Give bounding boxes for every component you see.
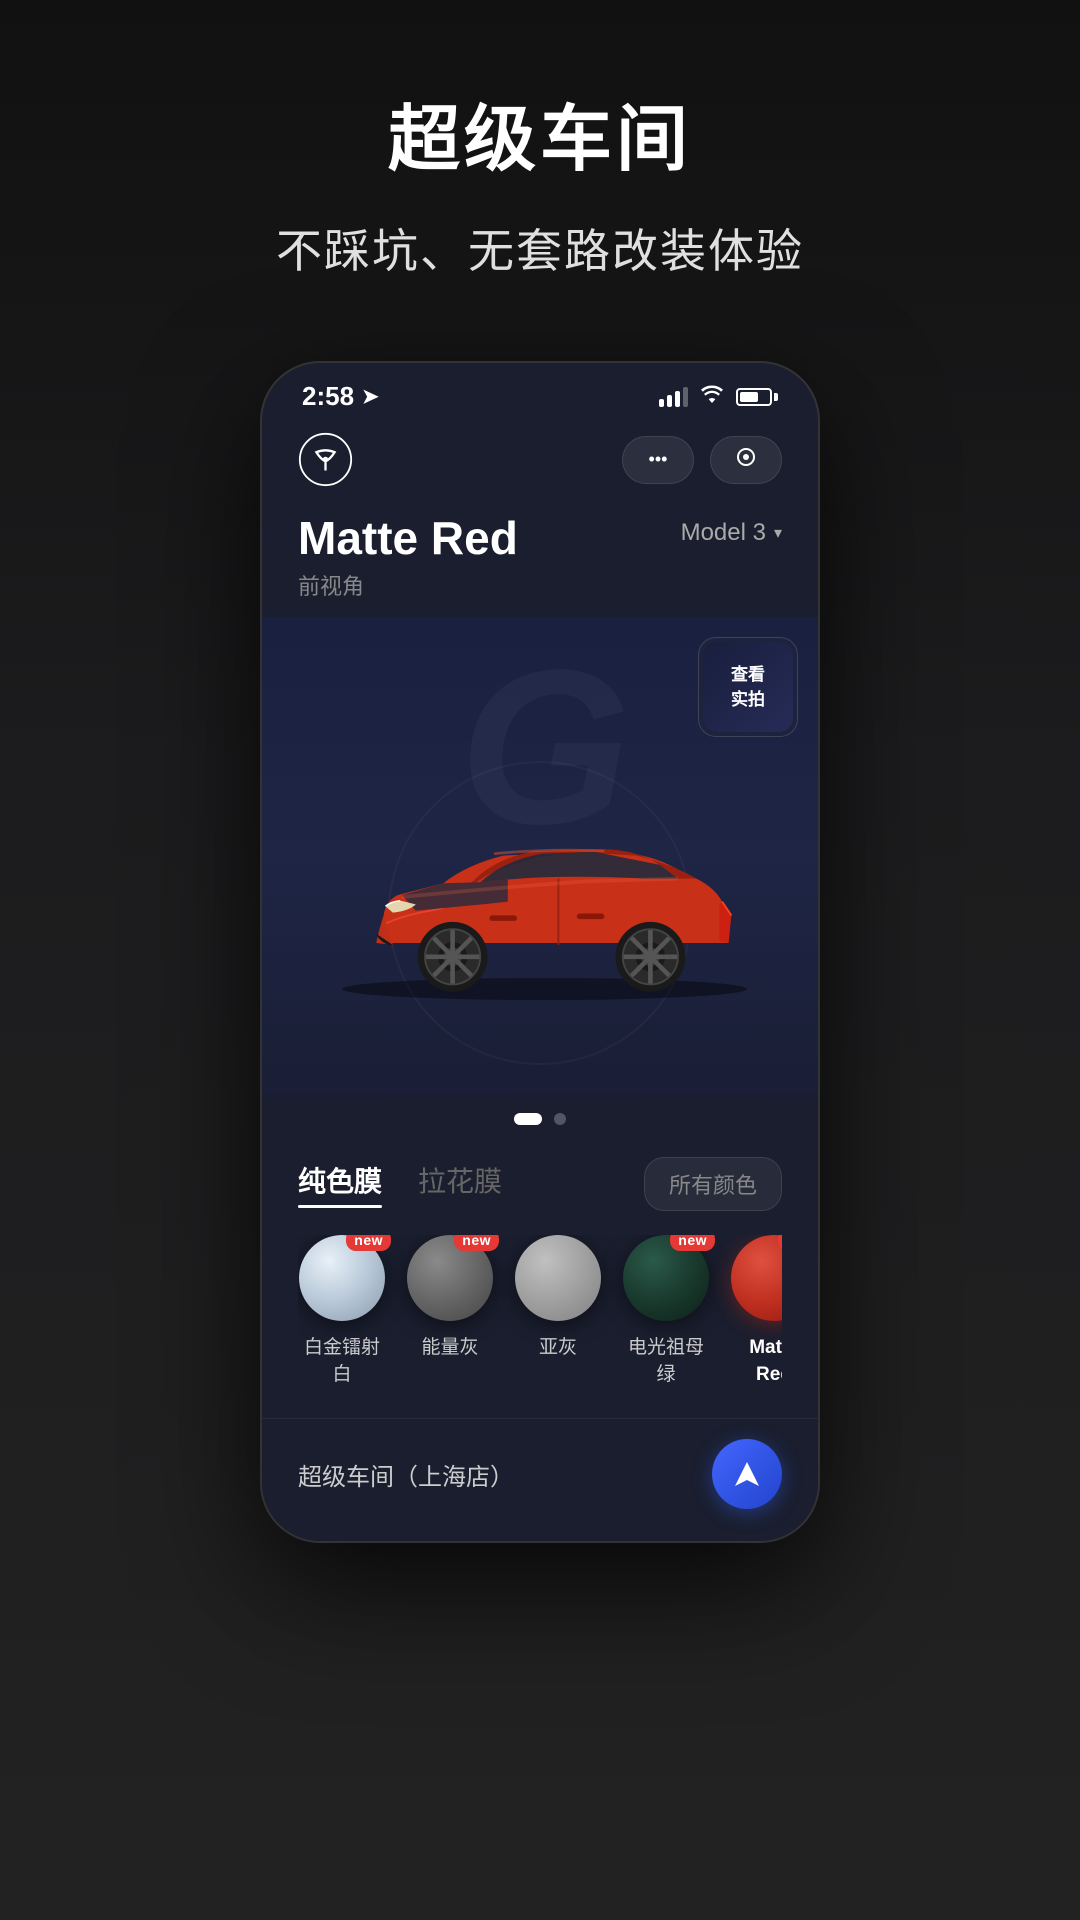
color-swatch-energy-gray[interactable]: new 能量灰: [406, 1235, 494, 1388]
color-swatch-white-gold[interactable]: new 白金镭射白: [298, 1235, 386, 1388]
phone-screen: 2:58 ➤: [262, 363, 818, 1541]
pagination-dot-2[interactable]: [554, 1113, 566, 1125]
color-swatches-row: new 白金镭射白 new 能量灰: [298, 1235, 782, 1418]
swatch-label-sub-gray: 亚灰: [539, 1335, 577, 1362]
swatch-label-energy-gray: 能量灰: [421, 1335, 478, 1362]
tab-row: 纯色膜 拉花膜 所有颜色: [298, 1157, 782, 1211]
status-bar: 2:58 ➤: [262, 363, 818, 422]
car-image: [310, 757, 770, 1037]
swatch-wrapper-sub-gray: [515, 1235, 601, 1321]
scan-icon: [734, 445, 758, 474]
swatch-label-matte-red: MatteRed: [749, 1335, 782, 1388]
more-icon: •••: [649, 449, 668, 470]
swatch-circle-sub-gray: [515, 1235, 601, 1321]
color-swatch-matte-red[interactable]: new MatteRed: [730, 1235, 782, 1388]
car-title-row: Matte Red Model 3 ▾: [298, 511, 782, 565]
app-header: •••: [262, 422, 818, 503]
new-badge-white-gold: new: [346, 1235, 391, 1251]
swatch-wrapper-energy-gray: new: [407, 1235, 493, 1321]
chevron-down-icon: ▾: [774, 523, 782, 543]
signal-bars-icon: [659, 387, 688, 407]
pagination-dot-1[interactable]: [514, 1113, 542, 1125]
swatch-wrapper-matte-red: new: [731, 1235, 782, 1321]
page-wrapper: 超级车间 不踩坑、无套路改装体验 2:58 ➤: [0, 0, 1080, 1920]
wifi-icon: [700, 384, 724, 410]
swatch-label-electric-green: 电光祖母绿: [628, 1335, 704, 1388]
pagination-dots: [262, 1097, 818, 1137]
view-angle-label: 前视角: [298, 569, 782, 601]
color-swatch-sub-gray[interactable]: 亚灰: [514, 1235, 602, 1388]
app-logo-icon[interactable]: [298, 432, 353, 487]
time-display: 2:58: [302, 381, 354, 412]
location-arrow-icon: ➤: [362, 384, 379, 409]
hero-title: 超级车间: [388, 80, 692, 185]
status-icons: [659, 384, 778, 410]
hero-subtitle: 不踩坑、无套路改装体验: [276, 215, 804, 281]
new-badge-electric-green: new: [670, 1235, 715, 1251]
model-name: Model 3: [681, 519, 766, 547]
swatch-label-white-gold: 白金镭射白: [304, 1335, 380, 1388]
swatch-circle-matte-red: [731, 1235, 782, 1321]
bottom-bar: 超级车间（上海店）: [262, 1418, 818, 1541]
battery-icon: [736, 388, 778, 406]
tab-left-group: 纯色膜 拉花膜: [298, 1160, 502, 1208]
new-badge-energy-gray: new: [454, 1235, 499, 1251]
more-options-button[interactable]: •••: [622, 436, 694, 484]
swatch-wrapper-electric-green: new: [623, 1235, 709, 1321]
phone-frame: 2:58 ➤: [260, 361, 820, 1543]
header-buttons: •••: [622, 436, 782, 484]
car-name-text: Matte Red: [298, 511, 518, 565]
shop-name-label: 超级车间（上海店）: [298, 1457, 514, 1492]
tab-solid-film[interactable]: 纯色膜: [298, 1160, 382, 1208]
status-time: 2:58 ➤: [302, 381, 379, 412]
view-photos-button[interactable]: 查看实拍: [698, 637, 798, 737]
car-visualization: G: [262, 617, 818, 1097]
view-photos-label: 查看实拍: [731, 662, 765, 713]
navigation-button[interactable]: [712, 1439, 782, 1509]
tab-pattern-film[interactable]: 拉花膜: [418, 1160, 502, 1208]
color-swatch-electric-green[interactable]: new 电光祖母绿: [622, 1235, 710, 1388]
content-area: Matte Red Model 3 ▾ 前视角: [262, 503, 818, 601]
scan-button[interactable]: [710, 436, 782, 484]
all-colors-button[interactable]: 所有颜色: [644, 1157, 782, 1211]
swatch-wrapper-white-gold: new: [299, 1235, 385, 1321]
color-tabs-section: 纯色膜 拉花膜 所有颜色 n: [262, 1137, 818, 1418]
model-selector[interactable]: Model 3 ▾: [681, 519, 782, 547]
